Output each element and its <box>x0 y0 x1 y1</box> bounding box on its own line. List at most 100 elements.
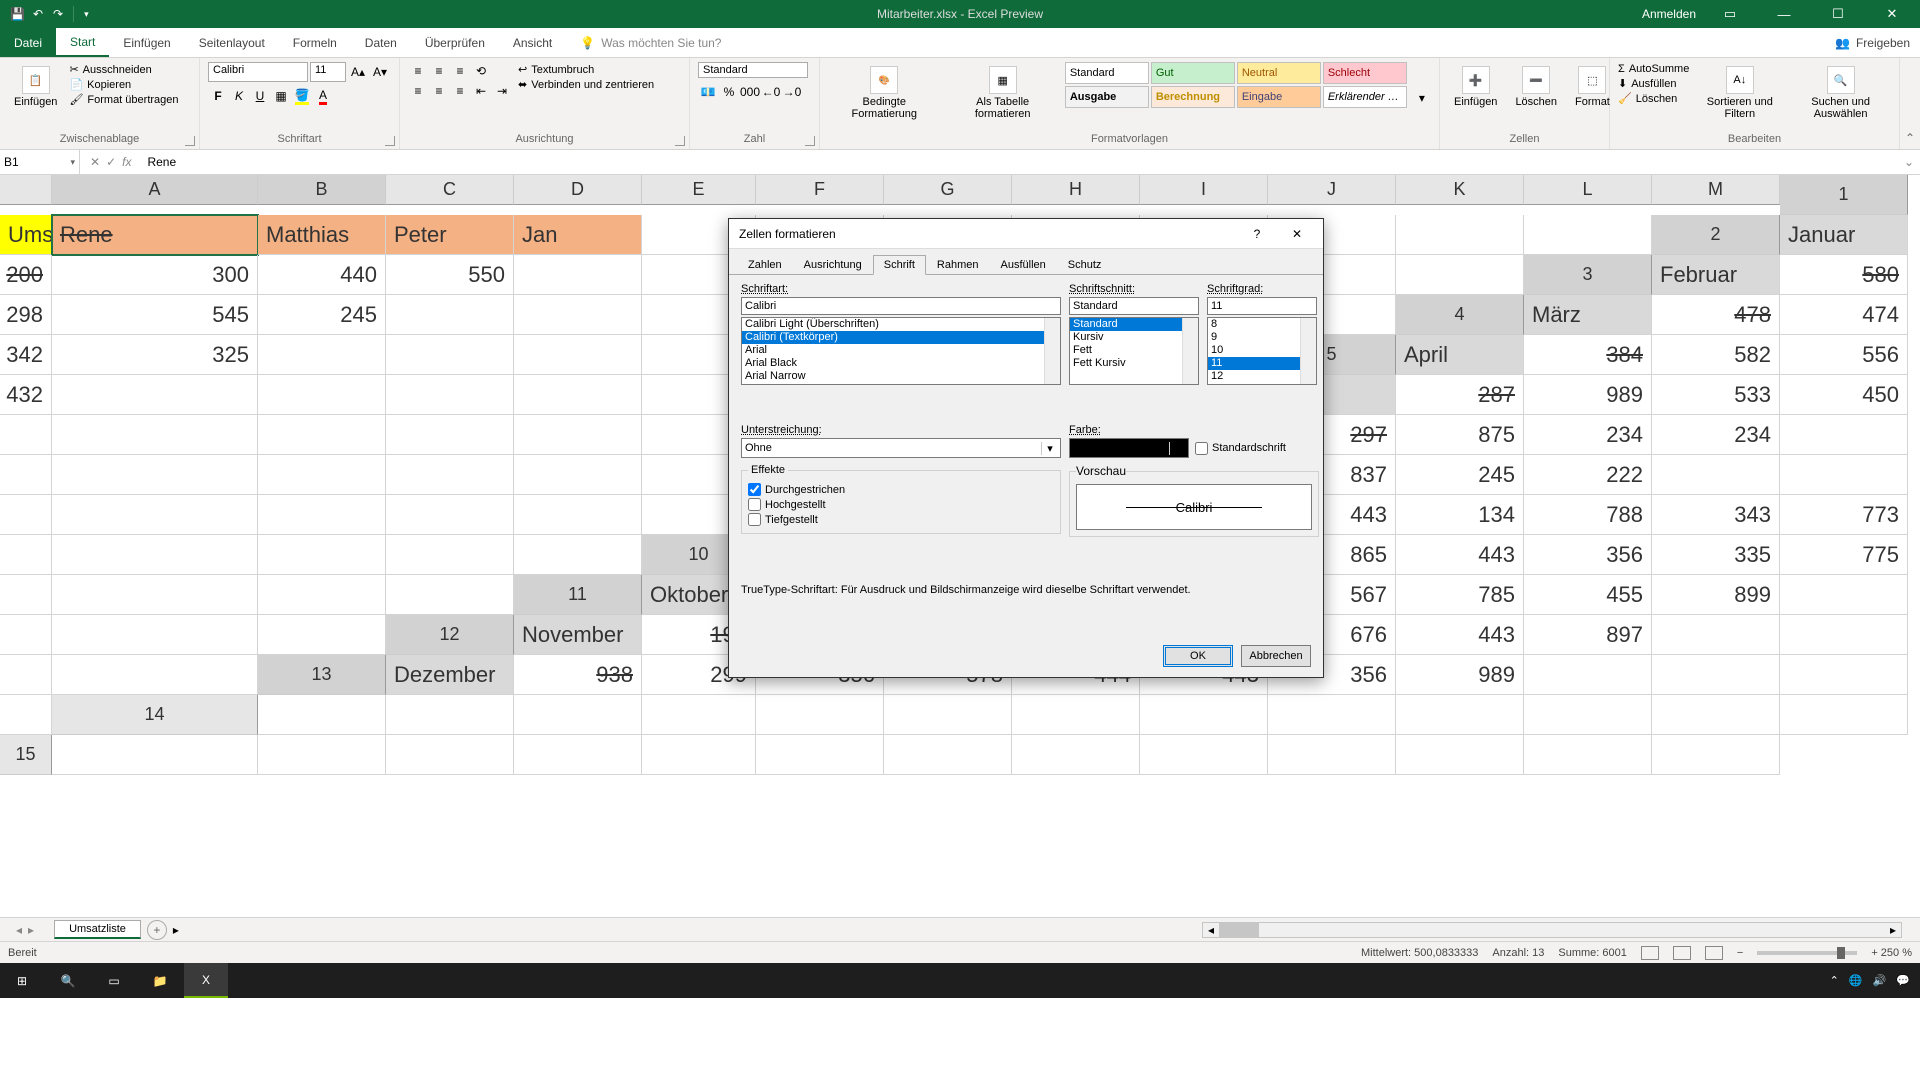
cell-C5[interactable]: 582 <box>1652 335 1780 375</box>
cell-L15[interactable] <box>1524 735 1652 775</box>
row-header-14[interactable]: 14 <box>52 695 258 735</box>
superscript-checkbox[interactable]: Hochgestellt <box>748 497 1054 512</box>
cell-H10[interactable]: 335 <box>1652 535 1780 575</box>
column-header-E[interactable]: E <box>642 175 756 205</box>
cell-B1[interactable]: Rene <box>52 215 258 255</box>
cell-E6[interactable]: 450 <box>1780 375 1908 415</box>
row-header-15[interactable]: 15 <box>0 735 52 775</box>
cell-G3[interactable] <box>514 295 642 335</box>
cell-D1[interactable]: Peter <box>386 215 514 255</box>
align-left-button[interactable]: ≡ <box>408 82 428 100</box>
cell-D6[interactable]: 533 <box>1652 375 1780 415</box>
underline-button[interactable]: U <box>250 86 270 106</box>
fill-color-button[interactable]: 🪣 <box>292 86 312 106</box>
align-top-button[interactable]: ≡ <box>408 62 428 80</box>
format-painter-button[interactable]: 🖌Format übertragen <box>69 92 178 107</box>
cell-M2[interactable] <box>1396 255 1524 295</box>
cell-C4[interactable]: 474 <box>1780 295 1908 335</box>
cell-M14[interactable] <box>1780 695 1908 735</box>
cell-H9[interactable]: 773 <box>1780 495 1908 535</box>
row-header-2[interactable]: 2 <box>1652 215 1780 255</box>
column-header-I[interactable]: I <box>1140 175 1268 205</box>
row-header-12[interactable]: 12 <box>386 615 514 655</box>
cell-C1[interactable]: Matthias <box>258 215 386 255</box>
dlg-tab-ausrichtung[interactable]: Ausrichtung <box>793 255 873 274</box>
cell-L13[interactable] <box>1780 655 1908 695</box>
cell-F8[interactable] <box>1652 455 1780 495</box>
cell-H8[interactable] <box>0 495 52 535</box>
cell-K11[interactable] <box>0 615 52 655</box>
number-dialog-launcher[interactable] <box>805 136 815 146</box>
cells-format-button[interactable]: ⬚Format <box>1569 62 1616 112</box>
column-header-M[interactable]: M <box>1652 175 1780 205</box>
cell-M11[interactable] <box>258 615 386 655</box>
align-center-button[interactable]: ≡ <box>429 82 449 100</box>
format-as-table-button[interactable]: ▦Als Tabelle formatieren <box>947 62 1059 124</box>
cell-M12[interactable] <box>52 655 258 695</box>
cell-J9[interactable] <box>52 535 258 575</box>
style-neutral[interactable]: Neutral <box>1237 62 1321 84</box>
column-header-J[interactable]: J <box>1268 175 1396 205</box>
zoom-out-icon[interactable]: − <box>1737 947 1743 959</box>
number-format-select[interactable]: Standard <box>698 62 808 78</box>
cell-K9[interactable] <box>258 535 386 575</box>
start-button[interactable]: ⊞ <box>0 963 44 998</box>
standard-font-checkbox[interactable]: Standardschrift <box>1195 441 1286 456</box>
style-eingabe[interactable]: Eingabe <box>1237 86 1321 108</box>
cell-K7[interactable] <box>514 455 642 495</box>
cell-K8[interactable] <box>386 495 514 535</box>
tab-daten[interactable]: Daten <box>351 28 411 57</box>
cell-A12[interactable]: November <box>514 615 642 655</box>
row-header-11[interactable]: 11 <box>514 575 642 615</box>
underline-select[interactable]: Ohne <box>741 438 1061 458</box>
tab-start[interactable]: Start <box>56 28 109 57</box>
cell-D8[interactable]: 245 <box>1396 455 1524 495</box>
enter-formula-icon[interactable]: ✓ <box>106 155 116 169</box>
horizontal-scrollbar[interactable]: ◂▸ <box>1202 922 1902 938</box>
dialog-close-icon[interactable]: ✕ <box>1281 220 1313 248</box>
cell-D14[interactable] <box>642 695 756 735</box>
add-sheet-button[interactable]: + <box>147 920 167 940</box>
row-header-4[interactable]: 4 <box>1396 295 1524 335</box>
close-icon[interactable]: ✕ <box>1872 0 1912 28</box>
column-header-C[interactable]: C <box>386 175 514 205</box>
cell-J6[interactable] <box>514 415 642 455</box>
cell-M9[interactable] <box>514 535 642 575</box>
dlg-tab-ausfuellen[interactable]: Ausfüllen <box>990 255 1057 274</box>
fx-icon[interactable]: fx <box>122 155 131 169</box>
cell-L10[interactable] <box>258 575 386 615</box>
cell-F4[interactable] <box>258 335 386 375</box>
cancel-formula-icon[interactable]: ✕ <box>90 155 100 169</box>
cell-I12[interactable]: 897 <box>1524 615 1652 655</box>
tray-chevron-icon[interactable]: ⌃ <box>1830 974 1839 987</box>
dlg-tab-zahlen[interactable]: Zahlen <box>737 255 793 274</box>
font-color-select[interactable] <box>1069 438 1189 458</box>
cell-L1[interactable] <box>1396 215 1524 255</box>
cell-G8[interactable] <box>1780 455 1908 495</box>
column-header-L[interactable]: L <box>1524 175 1652 205</box>
column-header-G[interactable]: G <box>884 175 1012 205</box>
cell-M10[interactable] <box>386 575 514 615</box>
tab-file[interactable]: Datei <box>0 28 56 57</box>
cells-delete-button[interactable]: ➖Löschen <box>1509 62 1563 112</box>
italic-button[interactable]: K <box>229 86 249 106</box>
page-break-view-icon[interactable] <box>1705 946 1723 960</box>
cell-H5[interactable] <box>386 375 514 415</box>
name-box[interactable]: B1▾ <box>0 150 80 174</box>
cell-K15[interactable] <box>1396 735 1524 775</box>
cell-H6[interactable] <box>258 415 386 455</box>
dlg-tab-rahmen[interactable]: Rahmen <box>926 255 990 274</box>
cell-L14[interactable] <box>1652 695 1780 735</box>
cells-insert-button[interactable]: ➕Einfügen <box>1448 62 1503 112</box>
tell-me[interactable]: 💡Was möchten Sie tun? <box>566 28 735 57</box>
save-icon[interactable]: 💾 <box>10 7 25 21</box>
cell-H15[interactable] <box>1012 735 1140 775</box>
cell-M1[interactable] <box>1524 215 1652 255</box>
cell-I15[interactable] <box>1140 735 1268 775</box>
cell-D15[interactable] <box>514 735 642 775</box>
cell-L11[interactable] <box>52 615 258 655</box>
column-header-D[interactable]: D <box>514 175 642 205</box>
cell-D2[interactable]: 440 <box>258 255 386 295</box>
currency-button[interactable]: 💶 <box>698 82 718 102</box>
cell-I13[interactable]: 989 <box>1396 655 1524 695</box>
